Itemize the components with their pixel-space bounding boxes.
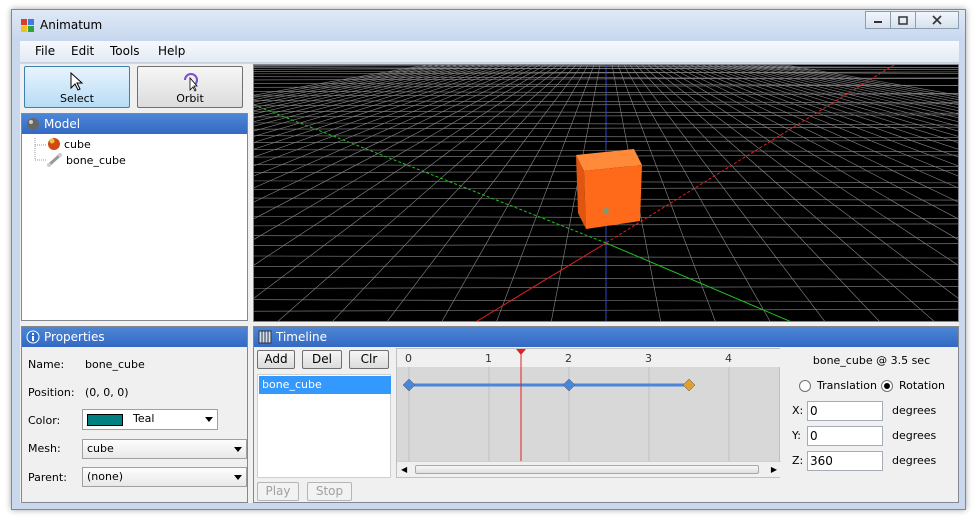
window-title: Animatum bbox=[40, 18, 103, 32]
title-bar: Animatum bbox=[12, 10, 965, 41]
orange-cube[interactable] bbox=[576, 149, 642, 229]
parent-value: (none) bbox=[87, 470, 124, 483]
cursor-icon bbox=[70, 72, 84, 91]
y-input[interactable]: 0 bbox=[807, 426, 883, 446]
translation-label: Translation bbox=[817, 379, 877, 392]
keyframe-header: bone_cube @ 3.5 sec bbox=[812, 354, 931, 367]
clear-keyframes-button[interactable]: Clr bbox=[349, 350, 389, 369]
model-panel-header: Model bbox=[22, 114, 247, 134]
timeline-panel-header: Timeline bbox=[254, 327, 958, 347]
timeline-area[interactable]: 0 1 2 3 4 ◀ ▶ bbox=[396, 348, 781, 478]
properties-panel: Properties Name: bone_cube Position: (0,… bbox=[21, 326, 248, 503]
tree-item-bone-cube[interactable]: bone_cube bbox=[47, 153, 126, 167]
minimize-icon bbox=[874, 21, 882, 23]
model-icon bbox=[27, 118, 39, 130]
keyframe-editor: bone_cube @ 3.5 sec Translation Rotation… bbox=[784, 348, 959, 480]
z-unit: degrees bbox=[892, 454, 937, 467]
scrollbar-thumb[interactable] bbox=[415, 465, 759, 474]
y-unit: degrees bbox=[892, 429, 937, 442]
rotation-label: Rotation bbox=[899, 379, 946, 392]
minimize-button[interactable] bbox=[865, 11, 891, 29]
info-icon bbox=[26, 330, 40, 344]
keyframe-marker bbox=[562, 378, 576, 392]
delete-keyframe-button[interactable]: Del bbox=[302, 350, 342, 369]
position-label: Position: bbox=[28, 386, 75, 399]
chevron-down-icon bbox=[234, 475, 242, 480]
keyframe-marker bbox=[402, 378, 416, 392]
select-tool-label: Select bbox=[60, 92, 94, 105]
timeline-panel-title: Timeline bbox=[276, 330, 328, 344]
color-value: Teal bbox=[133, 412, 155, 425]
close-button[interactable] bbox=[915, 11, 959, 29]
tree-item-cube[interactable]: cube bbox=[47, 137, 91, 151]
orbit-tool-button[interactable]: Orbit bbox=[137, 66, 243, 108]
chevron-down-icon bbox=[205, 417, 213, 422]
pivot-point bbox=[603, 208, 609, 214]
menu-edit[interactable]: Edit bbox=[71, 44, 94, 58]
maximize-icon bbox=[898, 15, 908, 25]
menu-bar: File Edit Tools Help bbox=[20, 41, 959, 63]
3d-viewport[interactable] bbox=[253, 64, 959, 322]
y-label: Y: bbox=[792, 429, 801, 442]
add-keyframe-button[interactable]: Add bbox=[257, 350, 295, 369]
app-window: Animatum File Edit Tools Help Select Orb… bbox=[11, 9, 966, 510]
x-label: X: bbox=[792, 404, 804, 417]
scroll-right-icon[interactable]: ▶ bbox=[771, 465, 777, 474]
bone-icon bbox=[47, 153, 62, 167]
play-button[interactable]: Play bbox=[257, 482, 299, 501]
name-value: bone_cube bbox=[85, 358, 145, 371]
timeline-icon bbox=[258, 330, 272, 344]
track-list: bone_cube bbox=[257, 374, 391, 478]
position-value: (0, 0, 0) bbox=[85, 386, 129, 399]
menu-file[interactable]: File bbox=[35, 44, 55, 58]
tree-item-label: cube bbox=[64, 137, 91, 151]
menu-help[interactable]: Help bbox=[158, 44, 185, 58]
track-item-bone-cube[interactable]: bone_cube bbox=[259, 376, 391, 394]
playhead-marker bbox=[516, 349, 526, 355]
properties-panel-title: Properties bbox=[44, 330, 105, 344]
mesh-select[interactable]: cube bbox=[82, 439, 247, 459]
timeline-panel: Timeline Add Del Clr bone_cube 0 1 2 3 4… bbox=[253, 326, 959, 503]
client-area: Select Orbit Model cube bone_cube Proper… bbox=[20, 64, 959, 503]
timeline-track-graphic bbox=[402, 349, 730, 463]
select-tool-button[interactable]: Select bbox=[24, 66, 130, 108]
color-select[interactable]: Teal bbox=[82, 409, 218, 430]
x-unit: degrees bbox=[892, 404, 937, 417]
maximize-button[interactable] bbox=[890, 11, 916, 29]
model-panel: Model cube bone_cube bbox=[21, 113, 248, 321]
model-panel-title: Model bbox=[44, 117, 81, 131]
parent-select[interactable]: (none) bbox=[82, 467, 247, 487]
z-label: Z: bbox=[792, 454, 804, 467]
close-icon bbox=[932, 15, 942, 25]
orbit-icon bbox=[184, 73, 198, 92]
rotation-radio[interactable] bbox=[881, 380, 893, 392]
parent-label: Parent: bbox=[28, 471, 67, 484]
chevron-down-icon bbox=[234, 447, 242, 452]
timeline-scrollbar[interactable]: ◀ ▶ bbox=[397, 461, 781, 477]
name-label: Name: bbox=[28, 358, 65, 371]
color-swatch bbox=[87, 414, 123, 426]
app-icon bbox=[21, 19, 34, 32]
scroll-left-icon[interactable]: ◀ bbox=[401, 465, 407, 474]
stop-button[interactable]: Stop bbox=[307, 482, 352, 501]
translation-radio[interactable] bbox=[799, 380, 811, 392]
z-input[interactable]: 360 bbox=[807, 451, 883, 471]
tree-item-label: bone_cube bbox=[66, 153, 126, 167]
tree-lines bbox=[34, 138, 46, 161]
mesh-icon bbox=[48, 138, 60, 150]
keyframe-marker bbox=[682, 378, 696, 392]
x-input[interactable]: 0 bbox=[807, 401, 883, 421]
viewport-canvas[interactable] bbox=[254, 65, 959, 322]
color-label: Color: bbox=[28, 414, 61, 427]
mesh-label: Mesh: bbox=[28, 442, 61, 455]
orbit-tool-label: Orbit bbox=[176, 92, 204, 105]
properties-panel-header: Properties bbox=[22, 327, 247, 347]
mesh-value: cube bbox=[87, 442, 114, 455]
menu-tools[interactable]: Tools bbox=[110, 44, 140, 58]
